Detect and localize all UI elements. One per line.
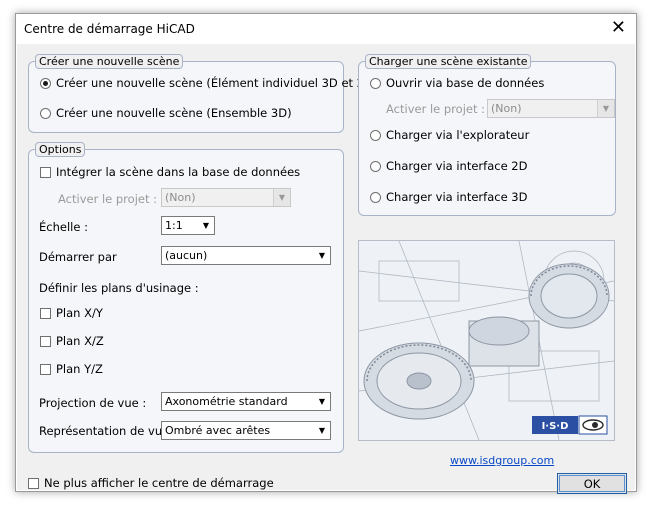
- radio-new-part[interactable]: Créer une nouvelle scène (Élément indivi…: [40, 76, 377, 90]
- dont-show-label: Ne plus afficher le centre de démarrage: [44, 476, 274, 490]
- scale-select[interactable]: 1:1 ▼: [161, 216, 215, 235]
- isd-website-link[interactable]: www.isdgroup.com: [450, 454, 554, 467]
- checkbox-icon[interactable]: [40, 307, 51, 319]
- open-db-label: Ouvrir via base de données: [386, 76, 545, 90]
- start-by-select[interactable]: (aucun) ▼: [161, 246, 331, 265]
- load-2d-label: Charger via interface 2D: [386, 159, 528, 173]
- options-group: Options Intégrer la scène dans la base d…: [28, 142, 344, 453]
- load-activate-project-label: Activer le projet :: [386, 102, 486, 116]
- chevron-down-icon: ▼: [597, 100, 614, 117]
- checkbox-dont-show[interactable]: Ne plus afficher le centre de démarrage: [28, 476, 274, 490]
- checkbox-integrate-db[interactable]: Intégrer la scène dans la base de donnée…: [40, 165, 300, 179]
- options-activate-project-label: Activer le projet :: [58, 192, 158, 206]
- checkbox-icon[interactable]: [40, 363, 51, 375]
- options-activate-project-select: (Non) ▼: [161, 188, 291, 207]
- checkbox-icon[interactable]: [40, 335, 51, 347]
- new-scene-group: Créer une nouvelle scène Créer une nouve…: [28, 54, 377, 133]
- radio-open-db[interactable]: Ouvrir via base de données: [370, 76, 544, 90]
- chevron-down-icon[interactable]: ▼: [314, 422, 330, 439]
- plane-yz-label: Plan Y/Z: [56, 362, 103, 376]
- new-scene-legend: Créer une nouvelle scène: [35, 54, 184, 69]
- preview-image: I·S·D: [358, 240, 615, 441]
- start-center-dialog: Centre de démarrage HiCAD ✕ Créer une no…: [15, 13, 637, 494]
- gear-rendering-image: I·S·D: [359, 241, 614, 440]
- checkbox-icon[interactable]: [40, 166, 51, 178]
- load-scene-group: Charger une scène existante Ouvrir via b…: [358, 54, 616, 216]
- load-scene-legend: Charger une scène existante: [365, 54, 532, 69]
- radio-new-assembly[interactable]: Créer une nouvelle scène (Ensemble 3D): [40, 106, 292, 120]
- radio-icon[interactable]: [40, 107, 51, 119]
- scale-label: Échelle :: [39, 220, 88, 234]
- load-3d-label: Charger via interface 3D: [386, 190, 528, 204]
- chevron-down-icon[interactable]: ▼: [314, 393, 330, 410]
- integrate-db-label: Intégrer la scène dans la base de donnée…: [56, 165, 301, 179]
- representation-label: Représentation de vue :: [39, 424, 177, 438]
- machining-planes-label: Définir les plans d'usinage :: [39, 281, 199, 295]
- title-bar[interactable]: Centre de démarrage HiCAD ✕: [16, 14, 636, 44]
- radio-load-2d[interactable]: Charger via interface 2D: [370, 159, 527, 173]
- radio-new-assembly-label: Créer une nouvelle scène (Ensemble 3D): [56, 106, 292, 120]
- dialog-client-area: Créer une nouvelle scène Créer une nouve…: [17, 44, 635, 494]
- chevron-down-icon[interactable]: ▼: [314, 247, 330, 264]
- radio-icon[interactable]: [370, 160, 381, 172]
- checkbox-plane-xz[interactable]: Plan X/Z: [40, 334, 104, 348]
- options-legend: Options: [35, 142, 86, 157]
- checkbox-plane-yz[interactable]: Plan Y/Z: [40, 362, 103, 376]
- chevron-down-icon[interactable]: ▼: [198, 217, 214, 234]
- radio-icon[interactable]: [370, 191, 381, 203]
- window-title: Centre de démarrage HiCAD: [24, 22, 195, 36]
- load-explorer-label: Charger via l'explorateur: [386, 128, 530, 142]
- projection-label: Projection de vue :: [39, 396, 147, 410]
- radio-icon[interactable]: [370, 129, 381, 141]
- chevron-down-icon: ▼: [273, 189, 290, 206]
- ok-button[interactable]: OK: [557, 473, 627, 494]
- plane-xy-label: Plan X/Y: [56, 306, 103, 320]
- start-by-label: Démarrer par: [39, 250, 117, 264]
- representation-select[interactable]: Ombré avec arêtes ▼: [161, 421, 331, 440]
- load-activate-project-select: (Non) ▼: [487, 99, 615, 118]
- close-icon[interactable]: ✕: [611, 18, 626, 38]
- svg-text:I·S·D: I·S·D: [542, 421, 569, 432]
- radio-selected-icon[interactable]: [40, 77, 51, 89]
- checkbox-icon[interactable]: [28, 477, 39, 489]
- projection-select[interactable]: Axonométrie standard ▼: [161, 392, 331, 411]
- checkbox-plane-xy[interactable]: Plan X/Y: [40, 306, 103, 320]
- radio-load-explorer[interactable]: Charger via l'explorateur: [370, 128, 529, 142]
- radio-new-part-label: Créer une nouvelle scène (Élément indivi…: [56, 76, 378, 90]
- plane-xz-label: Plan X/Z: [56, 334, 104, 348]
- radio-icon[interactable]: [370, 77, 381, 89]
- radio-load-3d[interactable]: Charger via interface 3D: [370, 190, 527, 204]
